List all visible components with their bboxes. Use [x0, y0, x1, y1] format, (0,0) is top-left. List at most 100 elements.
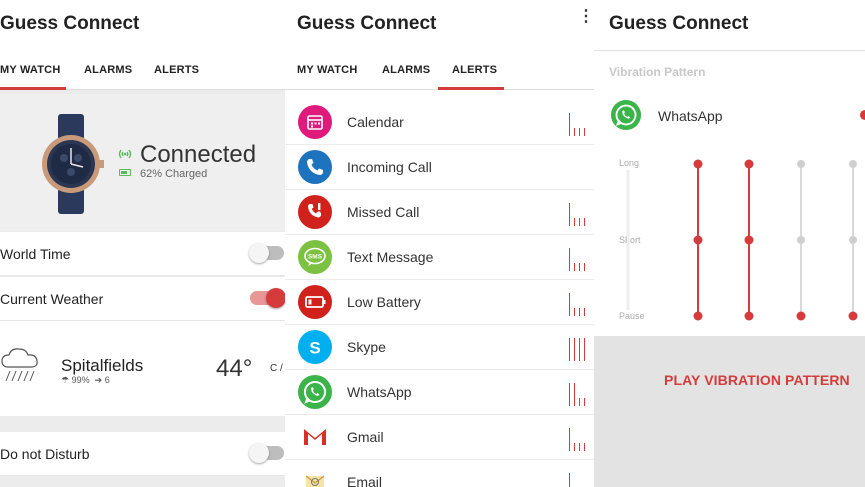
svg-text:SMS: SMS [308, 254, 323, 261]
tab-bar: MY WATCH ALARMS ALERTS [285, 50, 594, 90]
alert-label: Gmail [347, 429, 384, 445]
alert-row-incoming-call[interactable]: Incoming Call [285, 145, 594, 190]
phone-icon [298, 150, 332, 184]
vibration-pattern-screen: Guess Connect Vibration Pattern WhatsApp… [594, 0, 865, 487]
tab-bar: MY WATCH ALARMS ALERTS [0, 50, 285, 90]
vibration-pattern-editor[interactable]: Long Short Pause [594, 140, 865, 336]
app-title: Guess Connect [297, 13, 437, 34]
tab-alerts[interactable]: ALERTS [452, 64, 497, 76]
world-time-toggle[interactable] [249, 243, 284, 263]
svg-text:S: S [309, 339, 320, 358]
world-time-label: World Time [0, 246, 71, 262]
pulse-2-short-handle[interactable] [744, 235, 754, 245]
calendar-icon [298, 105, 332, 139]
pulse-4-pause-handle[interactable] [848, 311, 858, 321]
alert-row-email[interactable]: Email [285, 460, 594, 487]
rain-cloud-icon [1, 348, 38, 382]
alert-pattern-preview [569, 200, 593, 226]
alert-pattern-preview [569, 110, 593, 136]
temperature-unit-toggle[interactable]: C / [270, 363, 283, 374]
do-not-disturb-label: Do not Disturb [0, 446, 90, 462]
connection-status: Connected [140, 141, 257, 168]
current-weather-toggle[interactable] [250, 288, 285, 308]
humidity-icon: ☂ [61, 375, 70, 385]
alert-label: Calendar [347, 114, 404, 130]
connection-card: Connected 62% Charged [0, 94, 285, 231]
tab-alarms[interactable]: ALARMS [382, 64, 430, 76]
pulse-2-long-handle[interactable] [744, 159, 754, 169]
pulse-2-pause-handle[interactable] [744, 311, 754, 321]
battery-charge: 62% Charged [140, 168, 208, 180]
weather-temperature: 44° [216, 355, 253, 382]
missed-call-icon [298, 195, 332, 229]
alert-pattern-preview [569, 290, 593, 316]
alert-label: Text Message [347, 249, 434, 265]
alert-row-low-battery[interactable]: Low Battery [285, 280, 594, 325]
current-weather-label: Current Weather [0, 291, 104, 307]
alerts-screen: Guess Connect ⋮ MY WATCH ALARMS ALERTS C… [285, 0, 594, 487]
vibration-app-name: WhatsApp [658, 108, 723, 124]
alert-pattern-preview [569, 380, 593, 406]
overflow-menu-icon[interactable]: ⋮ [578, 9, 594, 25]
app-title: Guess Connect [609, 13, 749, 34]
do-not-disturb-row: Do not Disturb [0, 432, 285, 476]
whatsapp-icon [610, 99, 642, 131]
alert-row-missed-call[interactable]: Missed Call [285, 190, 594, 235]
alert-label: WhatsApp [347, 384, 412, 400]
pulse-4-short-handle[interactable] [849, 236, 857, 244]
weather-city: Spitalfields [61, 356, 144, 375]
alert-label: Skype [347, 339, 386, 355]
battery-icon [298, 285, 332, 319]
world-time-row: World Time [0, 232, 285, 276]
vibration-app-row: WhatsApp [594, 92, 865, 140]
watch-image [42, 114, 104, 214]
tab-my-watch[interactable]: MY WATCH [297, 64, 357, 76]
alert-label: Incoming Call [347, 159, 432, 175]
skype-icon: S [298, 330, 332, 364]
pulse-1-short-handle[interactable] [693, 235, 703, 245]
pulse-3-short-handle[interactable] [797, 236, 805, 244]
pulse-3-long-handle[interactable] [797, 160, 805, 168]
wind-icon: ➔ [92, 375, 103, 385]
gmail-icon [298, 420, 332, 454]
alert-row-calendar[interactable]: Calendar [285, 100, 594, 145]
tab-my-watch[interactable]: MY WATCH [0, 64, 60, 76]
vibration-pattern-header: Vibration Pattern [594, 50, 865, 92]
pulse-4-long-handle[interactable] [849, 160, 857, 168]
weather-stats: ☂ 99% ➔ 6 [61, 375, 110, 386]
tab-alerts[interactable]: ALERTS [154, 64, 199, 76]
whatsapp-icon [298, 375, 332, 409]
alert-label: Email [347, 474, 383, 487]
alert-row-gmail[interactable]: Gmail [285, 415, 594, 460]
pulse-1-pause-handle[interactable] [693, 311, 703, 321]
tab-indicator [438, 87, 504, 90]
alert-pattern-preview [569, 155, 593, 181]
alert-row-text-message[interactable]: SMS Text Message [285, 235, 594, 280]
alert-pattern-preview [569, 335, 593, 361]
do-not-disturb-toggle[interactable] [249, 443, 284, 463]
alert-row-skype[interactable]: S Skype [285, 325, 594, 370]
alert-pattern-preview [569, 245, 593, 271]
wind-value: 6 [104, 375, 110, 385]
pulse-1-long-handle[interactable] [693, 159, 703, 169]
pulse-3-pause-handle[interactable] [796, 311, 806, 321]
alert-label: Low Battery [347, 294, 421, 310]
app-bar: Guess Connect [594, 0, 865, 50]
my-watch-screen: Guess Connect ⋮ MY WATCH ALARMS ALERTS [0, 0, 285, 487]
sms-icon: SMS [298, 240, 332, 274]
signal-icon [118, 149, 132, 159]
vibration-pattern-title: Vibration Pattern [609, 65, 706, 79]
weather-card: Spitalfields ☂ 99% ➔ 6 44° C / [0, 321, 285, 416]
email-icon [298, 465, 332, 487]
vibration-app-indicator [860, 110, 865, 120]
alert-row-whatsapp[interactable]: WhatsApp [285, 370, 594, 415]
app-title: Guess Connect [0, 13, 140, 34]
app-bar: Guess Connect ⋮ [0, 0, 285, 50]
tab-alarms[interactable]: ALARMS [84, 64, 132, 76]
alert-label: Missed Call [347, 204, 420, 220]
tab-indicator [0, 87, 66, 90]
battery-icon [119, 169, 131, 176]
current-weather-row: Current Weather [0, 277, 285, 321]
alert-pattern-preview [569, 425, 593, 451]
play-vibration-pattern-button[interactable]: PLAY VIBRATION PATTERN [594, 336, 865, 487]
